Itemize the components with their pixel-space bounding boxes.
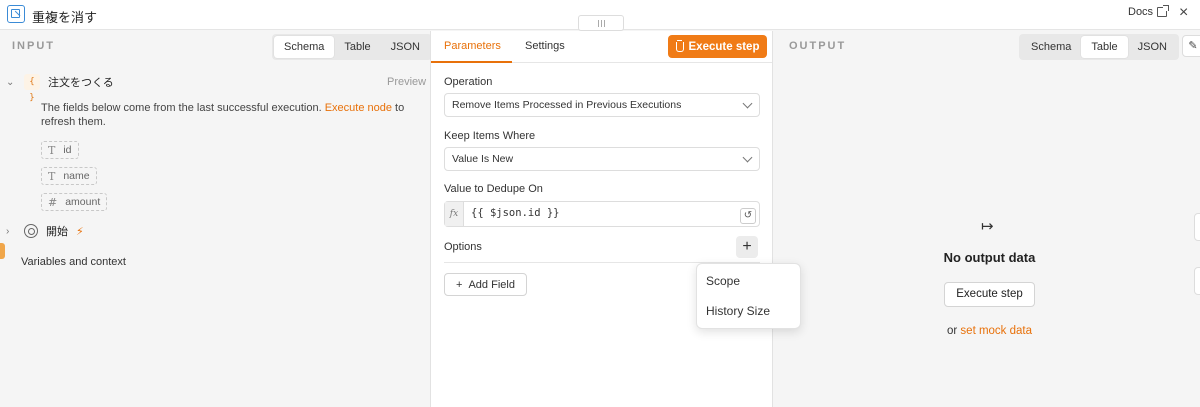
- edit-pencil-icon[interactable]: ✎: [1182, 35, 1200, 57]
- output-tab-table[interactable]: Table: [1081, 36, 1128, 58]
- keep-items-label: Keep Items Where: [444, 130, 536, 142]
- number-type-icon: #: [48, 195, 58, 209]
- input-tab-schema[interactable]: Schema: [274, 36, 335, 58]
- variables-context-row[interactable]: Variables and context: [21, 256, 126, 268]
- source-node-row[interactable]: ⌄ { } 注文をつくる: [6, 74, 114, 103]
- trigger-icon: [24, 224, 38, 238]
- operation-label: Operation: [444, 76, 493, 88]
- options-menu: Scope History Size: [696, 263, 801, 329]
- dedupe-node-icon: [7, 5, 25, 23]
- add-field-button[interactable]: + Add Field: [444, 273, 527, 296]
- mock-data-line: or set mock data: [774, 325, 1200, 337]
- schema-note: The fields below come from the last succ…: [41, 101, 431, 129]
- set-mock-data-link[interactable]: set mock data: [960, 325, 1032, 337]
- execute-step-label: Execute step: [688, 40, 760, 53]
- output-panel: OUTPUT Schema Table JSON ✎ ↦ No output d…: [774, 31, 1200, 407]
- chevron-down-icon: [742, 152, 753, 163]
- keep-items-value: Value Is New: [452, 153, 514, 165]
- parameters-tabs: Parameters Settings Execute step: [431, 31, 772, 63]
- output-arrow-icon: ↦: [981, 218, 994, 235]
- trigger-node-name: 開始: [46, 226, 68, 238]
- side-collapse-tab[interactable]: [0, 243, 5, 259]
- input-panel: INPUT Schema Table JSON ⌄ { } 注文をつくる Pre…: [0, 31, 432, 407]
- schema-field-amount[interactable]: # amount: [41, 193, 108, 211]
- input-tab-table[interactable]: Table: [334, 36, 380, 58]
- node-title[interactable]: 重複を消す: [32, 7, 97, 26]
- trigger-node-row[interactable]: › 開始 ⚡: [6, 223, 84, 239]
- input-view-switcher: Schema Table JSON: [272, 34, 432, 60]
- plus-icon: +: [456, 278, 463, 291]
- field-name: amount: [65, 196, 101, 208]
- parameters-panel: Parameters Settings Execute step Operati…: [430, 31, 773, 407]
- output-label: OUTPUT: [789, 40, 847, 52]
- source-node-name: 注文をつくる: [48, 77, 114, 89]
- dedupe-label: Value to Dedupe On: [444, 183, 543, 195]
- output-tab-schema[interactable]: Schema: [1021, 36, 1081, 58]
- docs-label: Docs: [1128, 6, 1154, 18]
- tab-settings[interactable]: Settings: [525, 40, 565, 52]
- chevron-down-icon[interactable]: ⌄: [6, 77, 16, 88]
- add-field-label: Add Field: [468, 278, 515, 291]
- close-icon[interactable]: ×: [1179, 4, 1188, 22]
- active-tab-indicator: [431, 61, 512, 63]
- schema-field-id[interactable]: T id: [41, 141, 79, 159]
- execute-node-link[interactable]: Execute node: [325, 102, 392, 114]
- field-name: id: [63, 144, 72, 156]
- dedupe-expression-field[interactable]: fx {{ $json.id }} ↺: [444, 201, 760, 227]
- chevron-right-icon[interactable]: ›: [6, 226, 16, 237]
- preview-label: Preview: [387, 76, 427, 88]
- chevron-down-icon: [742, 98, 753, 109]
- text-type-icon: T: [48, 169, 56, 183]
- docs-link[interactable]: Docs: [1128, 5, 1170, 18]
- options-label: Options: [444, 241, 482, 253]
- reset-icon[interactable]: ↺: [740, 208, 756, 224]
- input-tab-json[interactable]: JSON: [381, 36, 430, 58]
- menu-item-history-size[interactable]: History Size: [706, 304, 770, 318]
- add-option-button[interactable]: +: [736, 236, 758, 258]
- flask-icon: [675, 39, 684, 52]
- panel-drag-handle[interactable]: [578, 15, 624, 31]
- schema-field-name[interactable]: T name: [41, 167, 97, 185]
- dedupe-expression-value[interactable]: {{ $json.id }}: [471, 207, 560, 219]
- keep-items-select[interactable]: Value Is New: [444, 147, 760, 171]
- side-collapse-tab[interactable]: [1194, 267, 1200, 295]
- tab-parameters[interactable]: Parameters: [444, 40, 501, 52]
- side-collapse-tab[interactable]: [1194, 213, 1200, 241]
- external-link-icon: [1157, 5, 1170, 17]
- output-tab-json[interactable]: JSON: [1128, 36, 1177, 58]
- menu-item-scope[interactable]: Scope: [706, 274, 740, 288]
- field-name: name: [63, 170, 90, 182]
- note-text: The fields below come from the last succ…: [41, 102, 322, 114]
- input-label: INPUT: [12, 40, 55, 52]
- operation-value: Remove Items Processed in Previous Execu…: [452, 99, 682, 111]
- mock-prefix: or: [946, 325, 958, 337]
- execute-step-button[interactable]: Execute step: [668, 35, 767, 58]
- fx-icon: fx: [445, 202, 464, 226]
- output-execute-step-button[interactable]: Execute step: [944, 282, 1035, 307]
- no-output-title: No output data: [943, 250, 1036, 265]
- output-view-switcher: Schema Table JSON: [1019, 34, 1179, 60]
- operation-select[interactable]: Remove Items Processed in Previous Execu…: [444, 93, 760, 117]
- code-braces-icon: { }: [24, 74, 40, 103]
- text-type-icon: T: [48, 143, 56, 157]
- lightning-icon: ⚡: [76, 225, 84, 238]
